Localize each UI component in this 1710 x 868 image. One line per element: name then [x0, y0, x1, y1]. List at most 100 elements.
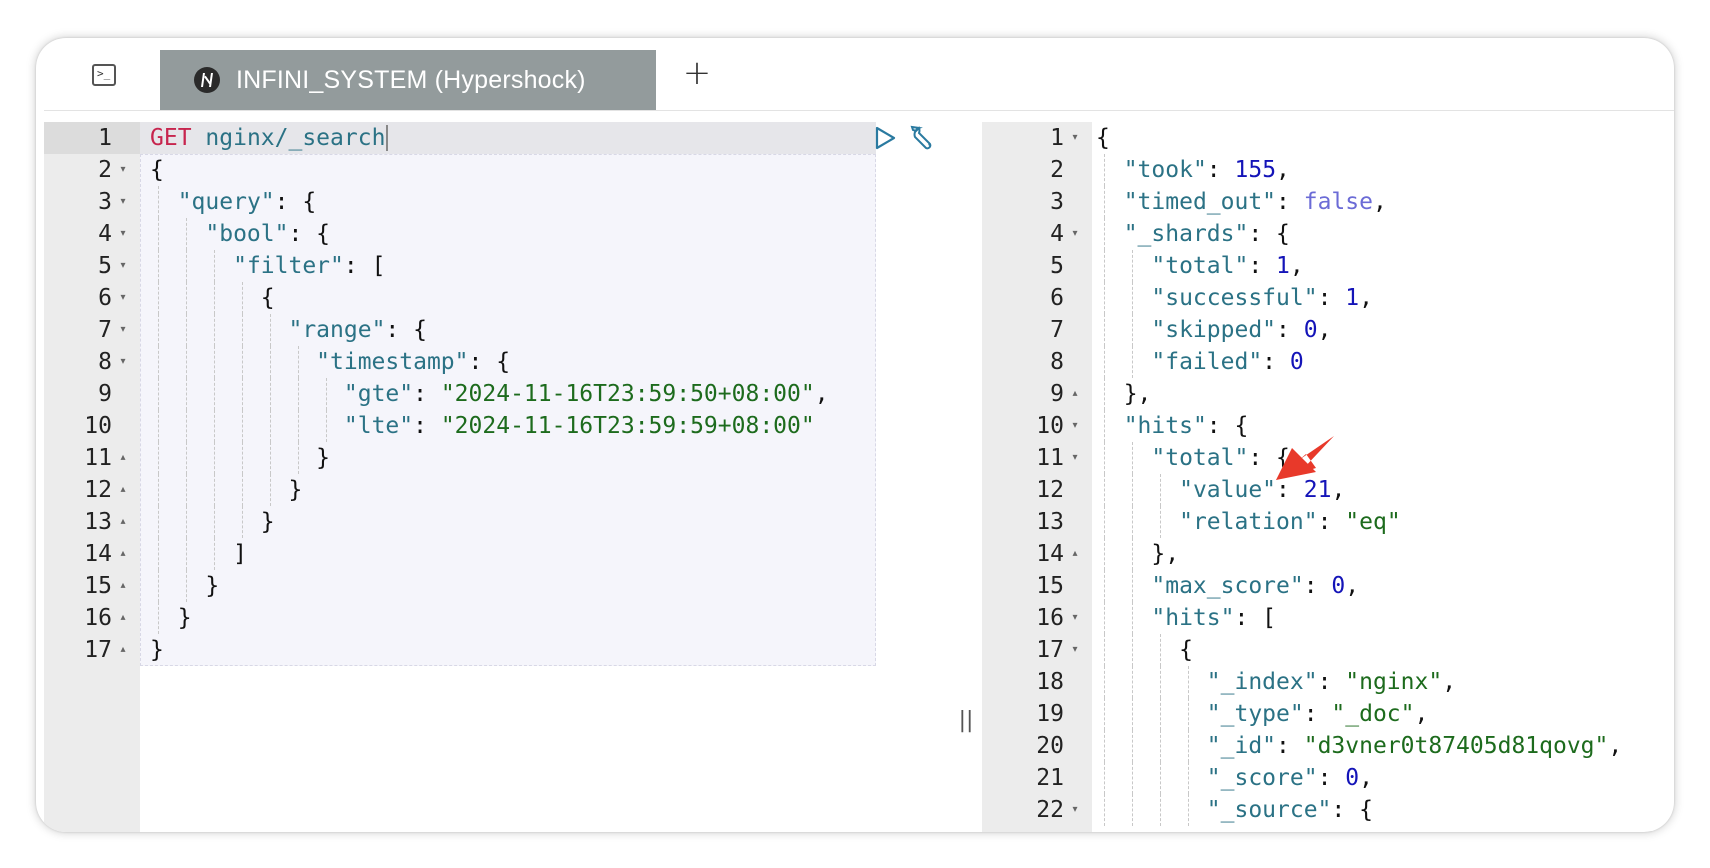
- fold-toggle-icon[interactable]: [1070, 762, 1080, 794]
- response-line: "_id": "d3vner0t87405d81qovg",: [1206, 733, 1623, 759]
- code-line: "range": {: [288, 317, 427, 343]
- code-line: "query": {: [177, 189, 317, 215]
- fold-toggle-icon[interactable]: ▾: [118, 250, 128, 282]
- tab-label: INFINI_SYSTEM (Hypershock): [236, 65, 586, 94]
- fold-toggle-icon[interactable]: ▾: [118, 282, 128, 314]
- fold-toggle-icon[interactable]: [1070, 314, 1080, 346]
- line-number: 11: [1036, 445, 1064, 471]
- line-number: 13: [1036, 509, 1064, 535]
- response-line: "took": 155,: [1123, 157, 1290, 183]
- fold-toggle-icon[interactable]: [1070, 154, 1080, 186]
- fold-toggle-icon[interactable]: [1070, 186, 1080, 218]
- code-line: {: [150, 157, 164, 183]
- annotation-arrow-icon: [1276, 436, 1334, 480]
- response-line: "skipped": 0,: [1151, 317, 1332, 343]
- fold-toggle-icon[interactable]: ▾: [1070, 794, 1080, 826]
- fold-toggle-icon[interactable]: ▴: [118, 602, 128, 634]
- line-number: 2: [1050, 157, 1064, 183]
- response-line: "hits": {: [1123, 413, 1249, 439]
- code-line: }: [150, 445, 331, 471]
- response-line: "_score": 0,: [1206, 765, 1373, 791]
- line-number: 16: [1036, 605, 1064, 631]
- line-number: 1: [98, 125, 112, 151]
- fold-toggle-icon[interactable]: ▴: [118, 538, 128, 570]
- fold-toggle-icon[interactable]: ▾: [1070, 218, 1080, 250]
- code-line: }: [150, 605, 192, 631]
- fold-toggle-icon[interactable]: ▾: [1070, 442, 1080, 474]
- line-number: 15: [1036, 573, 1064, 599]
- line-number: 3: [98, 189, 112, 215]
- line-number: 9: [98, 381, 112, 407]
- response-line: "_shards": {: [1123, 221, 1290, 247]
- line-number: 7: [98, 317, 112, 343]
- fold-toggle-icon[interactable]: ▴: [1070, 378, 1080, 410]
- fold-toggle-icon[interactable]: [1070, 474, 1080, 506]
- response-line: },: [1096, 381, 1152, 407]
- code-line: {: [150, 285, 275, 311]
- response-line: },: [1096, 541, 1180, 567]
- line-number: 1: [1050, 125, 1064, 151]
- play-icon[interactable]: [874, 126, 896, 150]
- fold-toggle-icon[interactable]: [1070, 282, 1080, 314]
- response-line: "hits": [: [1151, 605, 1277, 631]
- response-line: "failed": 0: [1151, 349, 1304, 375]
- line-number: 6: [1050, 285, 1064, 311]
- fold-toggle-icon[interactable]: ▾: [1070, 602, 1080, 634]
- line-number: 18: [1036, 669, 1064, 695]
- fold-toggle-icon[interactable]: ▴: [118, 442, 128, 474]
- response-line: "_type": "_doc",: [1206, 701, 1429, 727]
- line-number: 12: [1036, 477, 1064, 503]
- response-line: "max_score": 0,: [1151, 573, 1360, 599]
- fold-toggle-icon[interactable]: ▴: [118, 570, 128, 602]
- fold-toggle-icon[interactable]: [1070, 698, 1080, 730]
- fold-toggle-icon[interactable]: [1070, 666, 1080, 698]
- fold-toggle-icon[interactable]: [1070, 730, 1080, 762]
- fold-toggle-icon[interactable]: [1070, 570, 1080, 602]
- terminal-icon[interactable]: >_: [92, 64, 116, 86]
- fold-toggle-icon[interactable]: [118, 378, 128, 410]
- line-number: 17: [1036, 637, 1064, 663]
- line-number: 5: [1050, 253, 1064, 279]
- response-line: "total": 1,: [1151, 253, 1304, 279]
- fold-toggle-icon[interactable]: ▴: [118, 634, 128, 666]
- fold-toggle-icon[interactable]: [1070, 506, 1080, 538]
- fold-toggle-icon[interactable]: ▴: [118, 506, 128, 538]
- response-line: "_source": {: [1206, 797, 1373, 823]
- line-number: 17: [84, 637, 112, 663]
- code-line: "bool": {: [205, 221, 331, 247]
- code-line: "timestamp": {: [316, 349, 511, 375]
- fold-toggle-icon[interactable]: ▴: [118, 474, 128, 506]
- request-line[interactable]: GET nginx/_search: [150, 122, 389, 154]
- fold-toggle-icon[interactable]: ▾: [118, 154, 128, 186]
- line-number: 11: [84, 445, 112, 471]
- panel-resize-handle[interactable]: ||: [958, 708, 974, 736]
- wrench-icon[interactable]: [910, 124, 940, 154]
- add-tab-button[interactable]: +: [680, 56, 714, 92]
- fold-toggle-icon[interactable]: ▾: [118, 186, 128, 218]
- request-editor[interactable]: 1 2 ▾ 3 ▾ 4 ▾ 5 ▾ 6 ▾ 7 ▾ 8 ▾ 9 10 11 ▴ 12 ▴ 13 ▴ 14 ▴ 15 ▴ 16 ▴ 17 ▴ G…: [44, 122, 954, 832]
- fold-toggle-icon[interactable]: [1070, 346, 1080, 378]
- line-number: 3: [1050, 189, 1064, 215]
- console-window: >_ INFINI_SYSTEM (Hypershock) + 1 2 ▾ 3 ▾ 4 ▾ 5…: [36, 38, 1674, 832]
- fold-toggle-icon[interactable]: ▾: [118, 314, 128, 346]
- line-number: 9: [1050, 381, 1064, 407]
- response-line: "_index": "nginx",: [1206, 669, 1457, 695]
- response-line: "timed_out": false,: [1123, 189, 1387, 215]
- fold-toggle-icon[interactable]: [118, 410, 128, 442]
- line-number: 4: [1050, 221, 1064, 247]
- line-number: 20: [1036, 733, 1064, 759]
- line-number: 12: [84, 477, 112, 503]
- tab-bar: >_ INFINI_SYSTEM (Hypershock) +: [44, 38, 1674, 111]
- line-number: 6: [98, 285, 112, 311]
- fold-toggle-icon[interactable]: ▾: [1070, 122, 1080, 154]
- tab-infini-system[interactable]: INFINI_SYSTEM (Hypershock): [160, 50, 656, 110]
- fold-toggle-icon[interactable]: [1070, 250, 1080, 282]
- line-number: 5: [98, 253, 112, 279]
- code-line: "gte": "2024-11-16T23:59:50+08:00",: [343, 381, 829, 407]
- code-line: }: [150, 477, 303, 503]
- fold-toggle-icon[interactable]: ▾: [118, 346, 128, 378]
- fold-toggle-icon[interactable]: ▴: [1070, 538, 1080, 570]
- fold-toggle-icon[interactable]: ▾: [1070, 410, 1080, 442]
- fold-toggle-icon[interactable]: ▾: [1070, 634, 1080, 666]
- fold-toggle-icon[interactable]: ▾: [118, 218, 128, 250]
